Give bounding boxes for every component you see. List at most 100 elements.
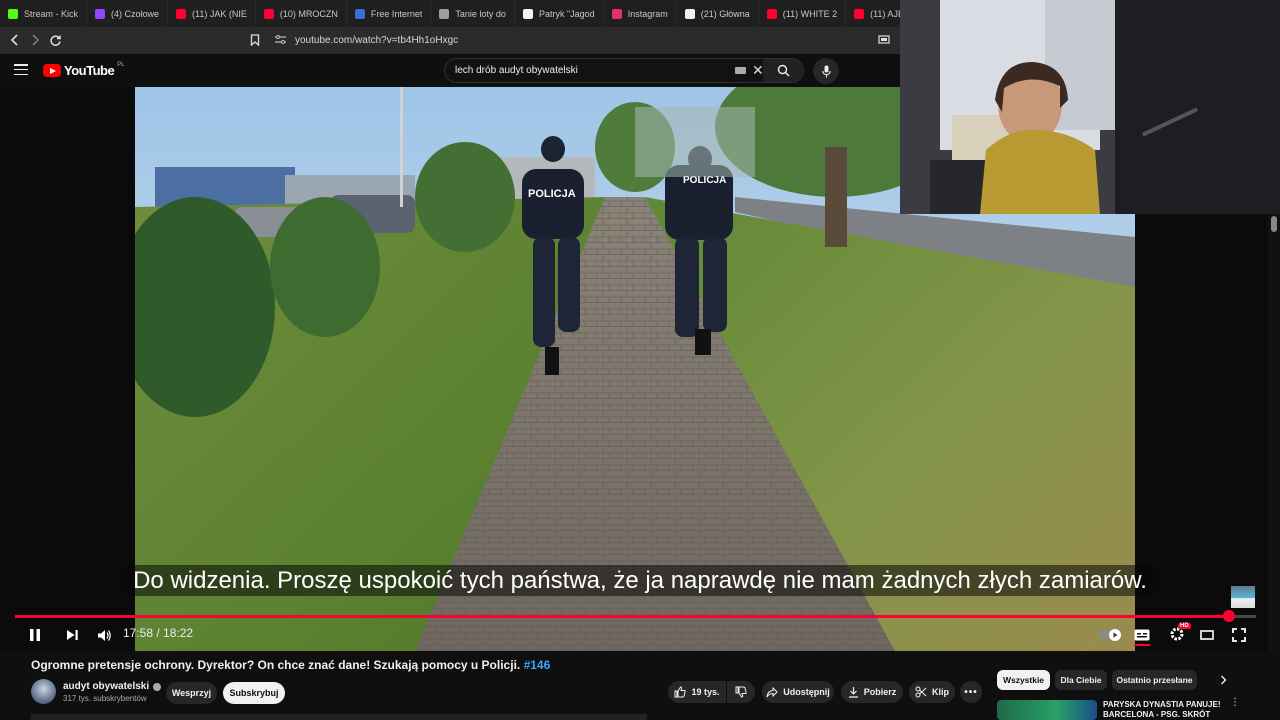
tab-title: (11) AJEMGE (870, 8, 900, 19)
hd-badge: HD (1178, 623, 1191, 629)
settings-button[interactable]: HD (1167, 623, 1191, 643)
thumbs-up-icon (674, 686, 687, 698)
screen: Stream - Kick (4) Czołowe (11) JAK (NIE (10… (0, 0, 1280, 720)
browser-tab[interactable]: Stream - Kick (0, 0, 88, 27)
autoplay-toggle-icon (1098, 629, 1121, 641)
clip-button-label: Klip (932, 687, 949, 697)
webcam-overlay (900, 0, 1280, 214)
share-button[interactable]: Udostępnij (762, 681, 834, 703)
progress-played (15, 615, 1229, 618)
forward-icon[interactable] (24, 29, 46, 51)
tab-favicon-icon (263, 8, 274, 19)
support-button[interactable]: Wesprzyj (166, 682, 217, 704)
chevron-right-icon[interactable] (1216, 672, 1230, 688)
download-button-label: Pobierz (863, 687, 897, 697)
chip-for-you[interactable]: Dla Ciebie (1055, 670, 1107, 690)
url-text: youtube.com/watch?v=tb4Hh1oHxgc (295, 35, 459, 46)
scissors-icon (915, 686, 927, 698)
share-icon (766, 686, 778, 697)
captions-button[interactable] (1133, 627, 1151, 646)
volume-button[interactable] (94, 626, 114, 644)
autoplay-toggle[interactable] (1097, 628, 1123, 642)
youtube-header: YouTube PL lech drób audyt obywatelski ✕ (0, 54, 900, 87)
channel-name[interactable]: audyt obywatelski (63, 681, 162, 692)
chip-recently-uploaded-label: Ostatnio przesłane (1116, 675, 1193, 685)
search-input[interactable]: lech drób audyt obywatelski (455, 65, 578, 76)
browser-tab[interactable]: (11) JAK (NIE (168, 0, 256, 27)
browser-tab[interactable]: Instagram (604, 0, 677, 27)
video-title: Ogromne pretensje ochrony. Dyrektor? On … (31, 658, 550, 672)
like-button[interactable]: 19 tys. (668, 681, 726, 703)
thumbs-down-icon (735, 686, 747, 698)
search-box[interactable]: lech drób audyt obywatelski ✕ (444, 58, 804, 83)
theater-mode-button[interactable] (1198, 627, 1216, 643)
tab-title: (4) Czołowe (111, 8, 160, 19)
skip-next-icon (66, 630, 78, 640)
video-title-text: Ogromne pretensje ochrony. Dyrektor? On … (31, 658, 521, 672)
browser-tab[interactable]: (10) MROCZN (256, 0, 347, 27)
tab-favicon-icon (684, 8, 695, 19)
tab-title: (11) WHITE 2 (782, 8, 838, 19)
fullscreen-icon (1232, 628, 1246, 642)
search-button[interactable] (763, 59, 803, 82)
browser-tab[interactable]: (11) AJEMGE (846, 0, 900, 27)
search-icon (777, 64, 789, 77)
menu-icon[interactable] (14, 64, 28, 75)
reload-icon[interactable] (44, 29, 66, 51)
progress-scrubber[interactable] (1222, 610, 1235, 622)
tab-title: (11) JAK (NIE (192, 8, 247, 19)
cast-icon[interactable] (873, 29, 895, 51)
dislike-button[interactable] (727, 681, 755, 703)
browser-tab[interactable]: Patryk "Jagod (515, 0, 604, 27)
keyboard-icon[interactable] (735, 67, 746, 74)
fullscreen-button[interactable] (1230, 626, 1248, 644)
site-info-icon[interactable] (270, 34, 290, 47)
pause-button[interactable] (25, 626, 45, 644)
next-button[interactable] (62, 626, 82, 644)
recommended-more-icon[interactable]: ⋮ (1230, 698, 1240, 708)
subscribe-button-label: Subskrybuj (229, 688, 279, 698)
browser-tab[interactable]: (11) WHITE 2 (759, 0, 847, 27)
chip-recently-uploaded[interactable]: Ostatnio przesłane (1112, 670, 1197, 690)
tab-favicon-icon (439, 8, 450, 19)
youtube-play-icon (43, 64, 61, 77)
tab-title: Instagram (627, 8, 668, 19)
tab-favicon-icon (176, 8, 187, 19)
clear-search-icon[interactable]: ✕ (752, 62, 764, 79)
tab-title: (21) Główna (700, 8, 750, 19)
channel-name-text[interactable]: audyt obywatelski (63, 681, 149, 692)
video-hashtag[interactable]: #146 (524, 658, 551, 672)
more-actions-button[interactable]: ••• (960, 681, 982, 703)
recommended-video-title[interactable]: PARYSKA DYNASTIA PANUJE! BARCELONA - PSG… (1103, 700, 1223, 720)
progress-bar[interactable] (15, 610, 1256, 622)
tab-title: Stream - Kick (24, 8, 79, 19)
scrollbar-thumb[interactable] (1271, 216, 1277, 232)
like-count: 19 tys. (691, 687, 720, 697)
channel-avatar[interactable] (31, 679, 56, 704)
browser-tab[interactable]: (21) Główna (677, 0, 759, 27)
support-button-label: Wesprzyj (171, 688, 212, 698)
tab-favicon-icon (611, 8, 622, 19)
subtitles-icon (1134, 629, 1150, 641)
voice-search-button[interactable] (813, 58, 839, 84)
clip-button[interactable]: Klip (909, 681, 955, 703)
region-code: PL (117, 61, 125, 68)
tab-title: (10) MROCZN (279, 8, 338, 19)
chip-all-label: Wszystkie (1002, 675, 1045, 685)
youtube-logo[interactable]: YouTube PL (43, 61, 125, 78)
browser-tab[interactable]: Free Internet (347, 0, 432, 27)
description-box-edge (31, 714, 647, 720)
tab-favicon-icon (766, 8, 777, 19)
recommended-video-thumbnail[interactable] (997, 700, 1097, 720)
subscribe-button[interactable]: Subskrybuj (223, 682, 285, 704)
tab-favicon-icon (95, 8, 106, 19)
download-button[interactable]: Pobierz (841, 681, 903, 703)
bookmark-icon[interactable] (244, 29, 266, 51)
back-icon[interactable] (4, 29, 26, 51)
subscriber-count: 317 tys. subskrybentów (63, 694, 147, 703)
browser-tab[interactable]: (4) Czołowe (87, 0, 169, 27)
url-field[interactable]: youtube.com/watch?v=tb4Hh1oHxgc (270, 30, 830, 51)
browser-tab[interactable]: Tanie loty do (431, 0, 515, 27)
chip-all[interactable]: Wszystkie (997, 670, 1050, 690)
verified-badge-icon (153, 682, 162, 691)
